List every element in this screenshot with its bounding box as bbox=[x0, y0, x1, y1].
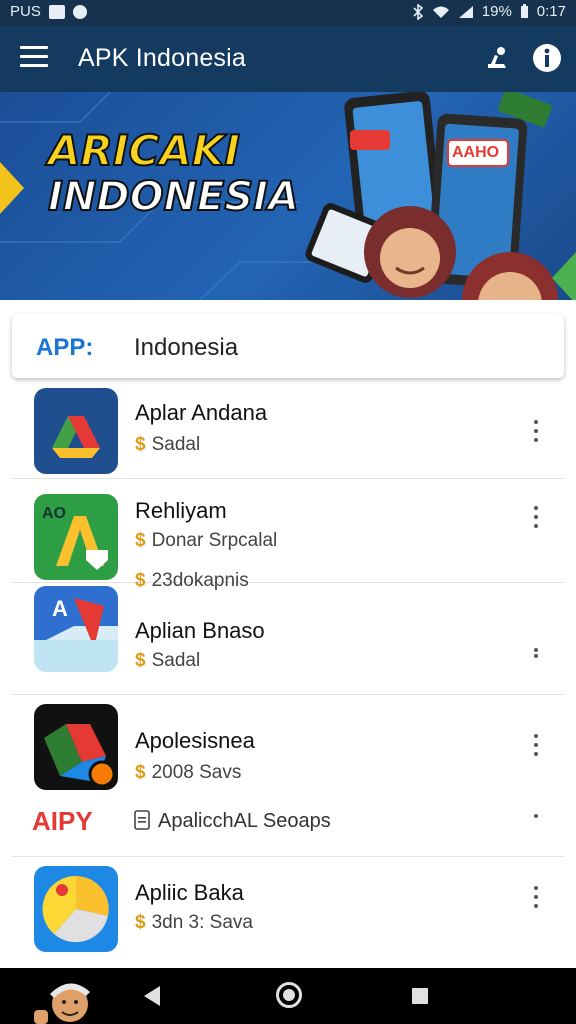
promo-logo[interactable]: AIPY bbox=[32, 806, 93, 837]
banner-prev-arrow[interactable] bbox=[0, 162, 24, 214]
status-right: 19% 0:17 bbox=[412, 3, 566, 20]
app-detail: $ Sadal bbox=[135, 650, 201, 671]
drive-style-app-icon bbox=[34, 388, 118, 474]
banner-title-line2: INDONESIA bbox=[47, 173, 300, 221]
promo-more-icon[interactable] bbox=[530, 814, 542, 822]
coin-icon: $ bbox=[135, 762, 146, 783]
app-name: Aplian Bnaso bbox=[135, 618, 265, 643]
list-item[interactable]: A Aplian Bnaso $ Sadal bbox=[12, 582, 564, 695]
info-icon[interactable] bbox=[531, 42, 563, 74]
carrier-label: PUS bbox=[10, 3, 41, 20]
more-options-icon[interactable] bbox=[530, 420, 542, 446]
search-field[interactable]: APP: Indonesia bbox=[12, 314, 564, 378]
message-icon bbox=[48, 4, 65, 19]
app-name: Aplar Andana bbox=[135, 400, 268, 425]
status-bar: PUS 19% 0:17 bbox=[0, 0, 576, 26]
maps-style-app-icon bbox=[34, 704, 118, 790]
notification-icon bbox=[72, 4, 87, 19]
app-detail: $ Donar Srpcalal bbox=[135, 530, 278, 551]
app-detail: $2008 Savs bbox=[135, 762, 242, 783]
list-item[interactable]: AO Rehliyam $ Donar Srpcalal $23dokapnis bbox=[12, 478, 564, 591]
more-options-icon[interactable] bbox=[530, 734, 542, 760]
search-value[interactable]: Indonesia bbox=[134, 334, 238, 362]
chrome-style-app-icon bbox=[34, 866, 118, 952]
document-icon bbox=[134, 810, 150, 830]
mascot-avatar bbox=[34, 983, 90, 1024]
list-item[interactable]: Apolesisnea $2008 Savs AIPY ApalicchAL S… bbox=[12, 694, 564, 857]
battery-percent: 19% bbox=[481, 3, 512, 20]
app-detail: $3dn 3: Sava bbox=[135, 912, 253, 933]
app-detail: $ Sadal bbox=[135, 434, 201, 455]
ao-app-icon: AO bbox=[34, 494, 118, 580]
coin-icon: $ bbox=[135, 530, 146, 551]
promo-text[interactable]: ApalicchAL Seoaps bbox=[158, 810, 331, 833]
app-title: APK Indonesia bbox=[78, 44, 246, 72]
recents-icon[interactable] bbox=[412, 988, 428, 1004]
banner-next-arrow[interactable] bbox=[552, 252, 576, 300]
banner-title-line1: ARICAKI bbox=[47, 125, 241, 176]
coin-icon: $ bbox=[135, 434, 146, 455]
banner-phone-label: AAHO bbox=[452, 144, 500, 161]
app-name: Rehliyam bbox=[135, 498, 227, 523]
coin-icon: $ bbox=[135, 912, 146, 933]
app-list: Aplar Andana $ Sadal AO Rehliyam $ Donar S… bbox=[12, 380, 564, 968]
more-options-icon[interactable] bbox=[530, 648, 542, 662]
wifi-icon bbox=[432, 6, 449, 18]
promo-banner[interactable]: ARICAKI INDONESIA AAHO bbox=[0, 92, 576, 300]
svg-text:AO: AO bbox=[42, 505, 66, 522]
list-item[interactable]: Apliic Baka $3dn 3: Sava bbox=[12, 856, 564, 966]
more-options-icon[interactable] bbox=[530, 886, 542, 912]
search-prefix: APP: bbox=[36, 334, 94, 361]
app-bar: APK Indonesia bbox=[0, 26, 576, 92]
status-left: PUS bbox=[10, 3, 87, 20]
app-name: Apolesisnea bbox=[135, 728, 255, 753]
battery-icon bbox=[520, 4, 528, 18]
a-letter-app-icon: A bbox=[34, 586, 118, 672]
user-icon[interactable] bbox=[480, 42, 512, 74]
app-name: Apliic Baka bbox=[135, 880, 244, 905]
more-options-icon[interactable] bbox=[530, 506, 542, 532]
signal-icon bbox=[458, 5, 473, 18]
home-icon[interactable] bbox=[276, 982, 302, 1008]
system-nav-bar bbox=[0, 968, 576, 1024]
svg-text:A: A bbox=[52, 596, 68, 621]
menu-icon[interactable] bbox=[20, 46, 48, 70]
list-item[interactable]: Aplar Andana $ Sadal bbox=[12, 380, 564, 479]
coin-icon: $ bbox=[135, 650, 146, 671]
back-icon[interactable] bbox=[144, 986, 160, 1006]
bluetooth-icon bbox=[413, 3, 423, 20]
clock: 0:17 bbox=[536, 3, 566, 20]
